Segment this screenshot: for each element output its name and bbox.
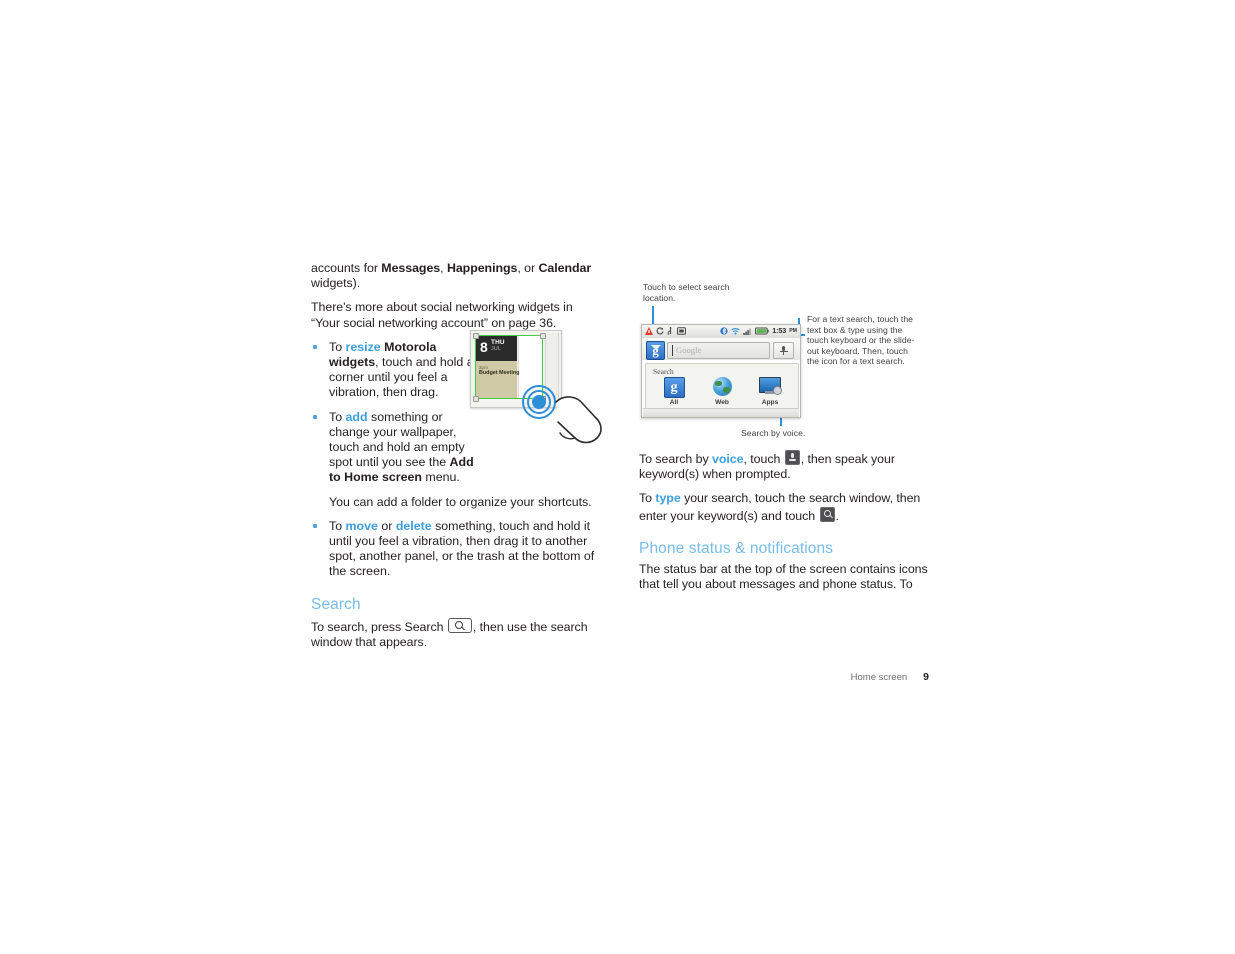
- link-move[interactable]: move: [346, 519, 378, 533]
- bullet-dot-icon: [313, 344, 317, 349]
- globe-icon: [712, 377, 732, 396]
- phone-screen: 1:53 PM g Google Search g All Web Apps: [641, 324, 801, 418]
- callout-search-by-voice: Search by voice.: [741, 428, 806, 438]
- bullet-list-2: To move or delete something, touch and h…: [311, 519, 601, 580]
- sync-icon: [656, 327, 664, 335]
- left-column: accounts for Messages, Happenings, or Ca…: [311, 261, 601, 659]
- signal-icon: [743, 328, 752, 335]
- link-type[interactable]: type: [655, 491, 680, 505]
- status-bar: 1:53 PM: [642, 325, 800, 339]
- bullet-resize-pre: To: [329, 339, 346, 354]
- widget-resize-figure: 8 THU JUL 3pm Budget Meeting: [470, 330, 602, 444]
- bullet-dot-icon: [313, 523, 317, 528]
- search-row: g Google: [642, 338, 800, 360]
- bullet-dot-icon: [313, 414, 317, 419]
- search-location-panel: Search g All Web Apps: [645, 363, 799, 409]
- type-pre: To: [639, 491, 656, 506]
- paragraph-accounts: accounts for Messages, Happenings, or Ca…: [311, 261, 601, 291]
- paragraph-social-networking: There's more about social networking wid…: [311, 300, 573, 330]
- link-add[interactable]: add: [346, 410, 368, 424]
- voice-pre: To search by: [639, 452, 713, 466]
- sd-card-icon: [677, 327, 686, 335]
- search-input-placeholder: Google: [676, 345, 702, 355]
- page-footer: Home screen 9: [639, 671, 929, 683]
- footer-chapter: Home screen: [850, 672, 908, 683]
- text-caret: [672, 345, 673, 356]
- bullet-add-post: menu.: [421, 470, 460, 485]
- link-delete[interactable]: delete: [396, 519, 432, 533]
- battery-icon: [755, 327, 769, 334]
- dropdown-caret-icon: [651, 345, 661, 350]
- link-voice[interactable]: voice: [712, 452, 743, 466]
- search-source-web[interactable]: Web: [700, 377, 744, 406]
- resize-handle-bottom-left[interactable]: [472, 395, 479, 402]
- paragraph-status-bar: The status bar at the top of the screen …: [639, 561, 928, 592]
- usb-icon: [667, 327, 672, 335]
- bullet-move-mid: or: [377, 518, 396, 533]
- folder-note: You can add a folder to organize your sh…: [329, 494, 592, 509]
- type-mid: your search, touch the search window, th…: [639, 491, 921, 523]
- paragraph-accounts-pre: accounts for: [311, 261, 382, 275]
- search-source-apps[interactable]: Apps: [748, 377, 792, 406]
- search-source-all[interactable]: g All: [652, 377, 696, 406]
- search-source-apps-label: Apps: [761, 399, 779, 406]
- search-key-icon: [447, 617, 472, 633]
- bullet-add-pre: To: [329, 409, 346, 424]
- footer-page-number: 9: [923, 671, 929, 683]
- search-location-button[interactable]: g: [646, 341, 665, 360]
- magnifier-glyph: [454, 620, 463, 629]
- panel-label: Search: [653, 367, 674, 376]
- alert-icon: [645, 327, 653, 335]
- magnifier-chip-icon: [819, 506, 835, 522]
- section-heading-search: Search: [311, 595, 361, 613]
- voice-mid: , touch: [743, 452, 784, 466]
- microphone-chip-icon: [784, 450, 800, 465]
- sep-2: , or: [517, 261, 539, 275]
- search-input[interactable]: Google: [667, 342, 770, 359]
- callout-text-search: For a text search, touch the text box & …: [807, 314, 915, 367]
- paragraph-voice-search: To search by voice, touch , then speak y…: [639, 450, 929, 482]
- hand-pointer-icon: [555, 396, 602, 444]
- status-bar-ampm: PM: [789, 327, 797, 334]
- bold-messages: Messages: [381, 261, 441, 275]
- bluetooth-icon: [720, 326, 728, 335]
- type-post: .: [835, 508, 839, 523]
- search-screen-figure: Touch to select search location. For a t…: [639, 282, 931, 442]
- resize-handle-top-left[interactable]: [472, 332, 479, 339]
- phone-bottom-tray: [643, 408, 799, 417]
- section-heading-phone-status: Phone status & notifications: [639, 539, 834, 557]
- search-key-pre: To search, press Search: [311, 619, 447, 634]
- link-resize[interactable]: resize: [346, 340, 381, 354]
- wifi-icon: [731, 327, 740, 335]
- status-bar-left-icons: [645, 327, 686, 335]
- google-g-icon: g: [663, 377, 685, 398]
- search-source-web-label: Web: [715, 399, 729, 406]
- search-source-all-label: All: [669, 399, 679, 406]
- bullet-move-pre: To: [329, 518, 346, 533]
- bold-happenings: Happenings: [446, 261, 518, 275]
- bold-calendar: Calendar: [538, 261, 592, 275]
- monitor-gear-icon: [759, 377, 782, 395]
- callout-touch-to-select: Touch to select search location.: [643, 282, 730, 303]
- paragraph-search-key: To search, press Search , then use the s…: [311, 617, 601, 650]
- sep-1: ,: [440, 261, 447, 275]
- voice-search-button[interactable]: [773, 342, 794, 359]
- bullet-move-delete: To move or delete something, touch and h…: [311, 519, 601, 580]
- right-column: To search by voice, touch , then speak y…: [639, 450, 929, 601]
- paragraph-accounts-post: widgets).: [311, 276, 361, 291]
- resize-handle-top-right[interactable]: [539, 332, 546, 339]
- status-bar-right-icons: 1:53 PM: [720, 326, 797, 335]
- manual-page: accounts for Messages, Happenings, or Ca…: [0, 0, 1235, 954]
- status-bar-time: 1:53: [772, 326, 787, 335]
- paragraph-type-search: To type your search, touch the search wi…: [639, 491, 929, 523]
